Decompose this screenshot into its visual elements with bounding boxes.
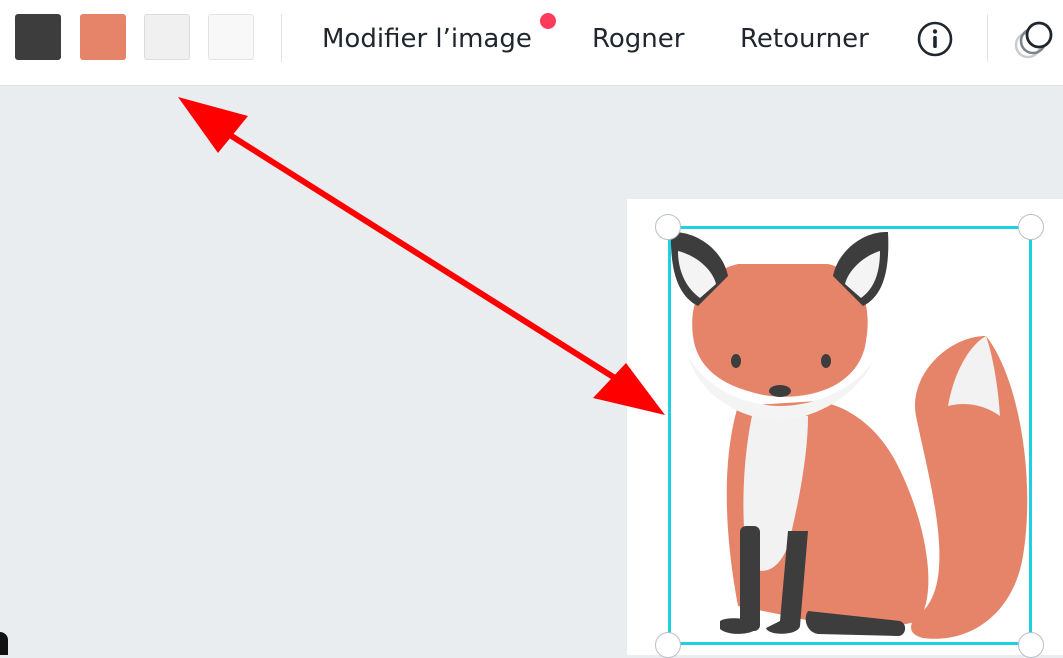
resize-handle-bottom-left[interactable]: [655, 632, 681, 658]
selection-frame[interactable]: [668, 226, 1032, 645]
edge-mark: [0, 632, 8, 655]
color-swatch-light-gray[interactable]: [144, 14, 190, 60]
edit-image-button[interactable]: Modifier l’image: [322, 20, 532, 58]
color-swatch-orange[interactable]: [80, 14, 126, 60]
resize-handle-bottom-right[interactable]: [1018, 632, 1044, 658]
transparency-icon[interactable]: [1012, 16, 1063, 62]
editor-toolbar: Modifier l’image Rogner Retourner: [0, 0, 1063, 86]
resize-handle-top-left[interactable]: [655, 214, 681, 240]
toolbar-divider: [987, 14, 988, 62]
toolbar-divider: [281, 14, 282, 62]
color-swatch-off-white[interactable]: [208, 14, 254, 60]
resize-handle-top-right[interactable]: [1018, 214, 1044, 240]
flip-button[interactable]: Retourner: [740, 20, 869, 58]
crop-button[interactable]: Rogner: [592, 20, 684, 58]
notification-dot: [538, 11, 558, 31]
color-swatch-dark-gray[interactable]: [15, 14, 61, 60]
info-icon[interactable]: [916, 20, 954, 58]
